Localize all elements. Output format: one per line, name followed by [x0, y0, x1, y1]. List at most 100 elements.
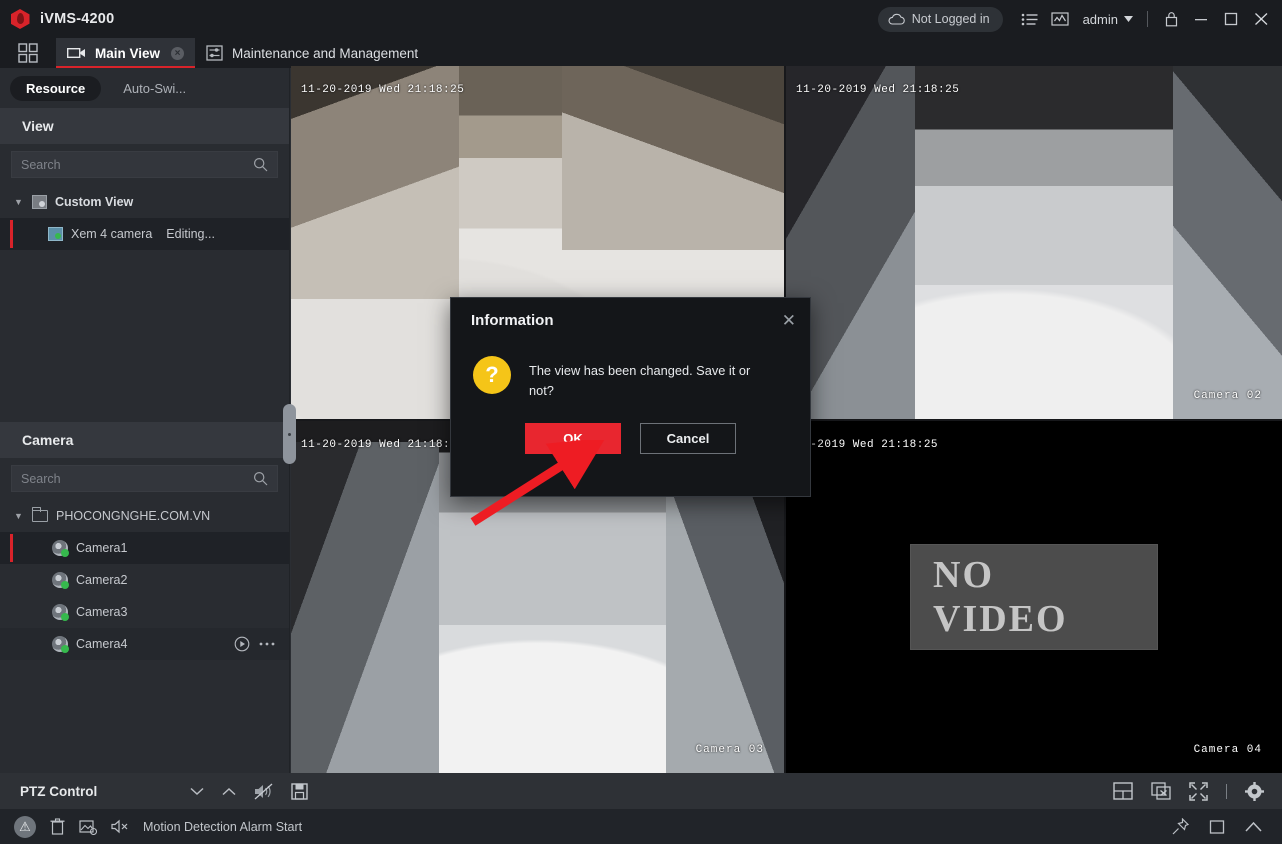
panel-segmented-tabs: Resource Auto-Swi...	[0, 68, 289, 108]
window-icon[interactable]	[1209, 819, 1225, 835]
tree-row-camera1[interactable]: Camera1	[0, 532, 289, 564]
tree-row-label: Camera1	[76, 541, 128, 555]
tree-row-label: PHOCONGNGHE.COM.VN	[56, 509, 211, 523]
chart-icon[interactable]	[1045, 4, 1075, 34]
dialog-message: The view has been changed. Save it or no…	[529, 363, 751, 398]
minimize-icon[interactable]	[1186, 4, 1216, 34]
dialog-header: Information ✕	[451, 298, 810, 342]
maximize-icon[interactable]	[1216, 4, 1246, 34]
maintenance-icon	[206, 45, 223, 61]
video-pane-4[interactable]: 20-2019 Wed 21:18:25 NO VIDEO Camera 04	[786, 421, 1282, 773]
segment-resource[interactable]: Resource	[10, 75, 102, 101]
dialog-title: Information	[471, 311, 554, 329]
video-timestamp: 11-20-2019 Wed 21:18:25	[301, 84, 465, 96]
camera-icon	[52, 572, 69, 589]
user-name: admin	[1082, 11, 1118, 27]
video-timestamp: 11-20-2019 Wed 21:18:25	[796, 84, 960, 96]
left-panel: Resource Auto-Swi... View ▼ Custom View	[0, 68, 290, 773]
video-camera-label: Camera 02	[1193, 390, 1262, 402]
chevron-down-icon[interactable]: ▼	[14, 197, 24, 207]
status-message: Motion Detection Alarm Start	[143, 819, 303, 834]
play-icon[interactable]	[234, 636, 250, 652]
ptz-right-controls	[1113, 781, 1282, 801]
tree-row-xem-4-camera[interactable]: Xem 4 camera Editing...	[0, 218, 289, 250]
camera-search-input[interactable]	[21, 471, 253, 486]
delete-icon[interactable]	[50, 818, 65, 835]
sound-off-icon[interactable]	[111, 819, 129, 834]
tab-label: Main View	[95, 45, 161, 61]
no-video-indicator: NO VIDEO	[910, 544, 1158, 650]
video-camera-label: Camera 03	[695, 744, 764, 756]
tree-row-camera3[interactable]: Camera3	[0, 596, 289, 628]
view-search-input[interactable]	[21, 157, 253, 172]
tab-close-icon[interactable]: ×	[171, 46, 185, 60]
more-icon[interactable]	[259, 641, 275, 647]
chevron-up-icon[interactable]	[1245, 821, 1262, 833]
title-bar: iVMS-4200 Not Logged in admin	[0, 0, 1282, 38]
mute-icon[interactable]	[254, 783, 273, 800]
tree-row-label: Custom View	[55, 195, 134, 209]
tree-row-phocongnghe[interactable]: ▼ PHOCONGNGHE.COM.VN	[0, 500, 289, 532]
status-right-controls	[1172, 818, 1268, 835]
ok-button[interactable]: OK	[525, 422, 621, 454]
tree-row-label: Xem 4 camera	[71, 227, 153, 241]
ptz-control-label: PTZ Control	[20, 783, 98, 799]
view-item-icon	[48, 227, 63, 241]
search-icon	[253, 471, 268, 486]
camera-section-header: Camera	[0, 422, 289, 458]
view-tree: ▼ Custom View Xem 4 camera Editing...	[0, 184, 289, 250]
folder-icon	[31, 507, 48, 522]
view-tree-empty-space	[0, 250, 289, 422]
dialog-close-icon[interactable]: ✕	[782, 312, 796, 329]
save-icon[interactable]	[291, 782, 308, 800]
tree-row-custom-view[interactable]: ▼ Custom View	[0, 186, 289, 218]
tree-row-camera4[interactable]: Camera4	[0, 628, 289, 660]
view-search-box[interactable]	[11, 151, 278, 178]
chevron-down-icon[interactable]: ▼	[14, 511, 24, 521]
chevron-down-icon	[1124, 16, 1133, 22]
video-pane-2[interactable]: 11-20-2019 Wed 21:18:25 Camera 02	[786, 66, 1282, 419]
tree-row-label: Camera3	[76, 605, 128, 619]
dialog-buttons: OK Cancel	[451, 401, 810, 454]
camera-search-row	[0, 458, 289, 498]
tab-label: Maintenance and Management	[232, 45, 419, 61]
chevron-down-icon[interactable]	[190, 787, 204, 796]
dialog-body: ? The view has been changed. Save it or …	[451, 342, 810, 401]
pin-icon[interactable]	[1172, 818, 1189, 835]
window-division-icon[interactable]	[1113, 782, 1133, 800]
list-icon[interactable]	[1015, 4, 1045, 34]
video-timestamp: 11-20-2019 Wed 21:18:25	[301, 439, 465, 451]
settings-icon[interactable]	[1245, 781, 1264, 801]
camera-icon	[52, 540, 69, 557]
alarm-icon[interactable]: ⚠	[14, 815, 36, 838]
user-menu[interactable]: admin	[1075, 12, 1139, 27]
status-bar: ⚠ Motion Detection Alarm Start	[0, 809, 1282, 844]
picture-disabled-icon[interactable]	[79, 819, 97, 835]
app-title: iVMS-4200	[40, 11, 115, 27]
tab-maintenance-and-management[interactable]: Maintenance and Management	[195, 38, 429, 68]
camera-search-box[interactable]	[11, 465, 278, 492]
close-icon[interactable]	[1246, 4, 1276, 34]
chevron-up-icon[interactable]	[222, 787, 236, 796]
fullscreen-icon[interactable]	[1189, 781, 1208, 801]
camera-tree: ▼ PHOCONGNGHE.COM.VN Camera1 Camera2 Cam…	[0, 498, 289, 660]
cancel-button[interactable]: Cancel	[640, 422, 736, 454]
app-logo	[0, 9, 40, 29]
panel-splitter-handle[interactable]	[283, 404, 296, 464]
tree-row-camera2[interactable]: Camera2	[0, 564, 289, 596]
search-icon	[253, 157, 268, 172]
cloud-login-status[interactable]: Not Logged in	[877, 6, 1003, 32]
tab-main-view[interactable]: Main View ×	[56, 38, 196, 68]
close-all-icon[interactable]	[1151, 782, 1171, 800]
ivms-4200-window: iVMS-4200 Not Logged in admin Main View …	[0, 0, 1282, 844]
view-search-row	[0, 144, 289, 184]
question-icon: ?	[473, 356, 511, 394]
camera-row-actions	[234, 636, 289, 652]
ptz-divider	[1226, 783, 1227, 799]
lock-icon[interactable]	[1156, 4, 1186, 34]
tree-row-status: Editing...	[166, 227, 215, 241]
grid-launcher-icon[interactable]	[0, 38, 56, 68]
tab-bar: Main View × Maintenance and Management	[0, 38, 1282, 68]
segment-auto-switch[interactable]: Auto-Swi...	[107, 76, 202, 101]
camera-icon	[67, 48, 85, 59]
